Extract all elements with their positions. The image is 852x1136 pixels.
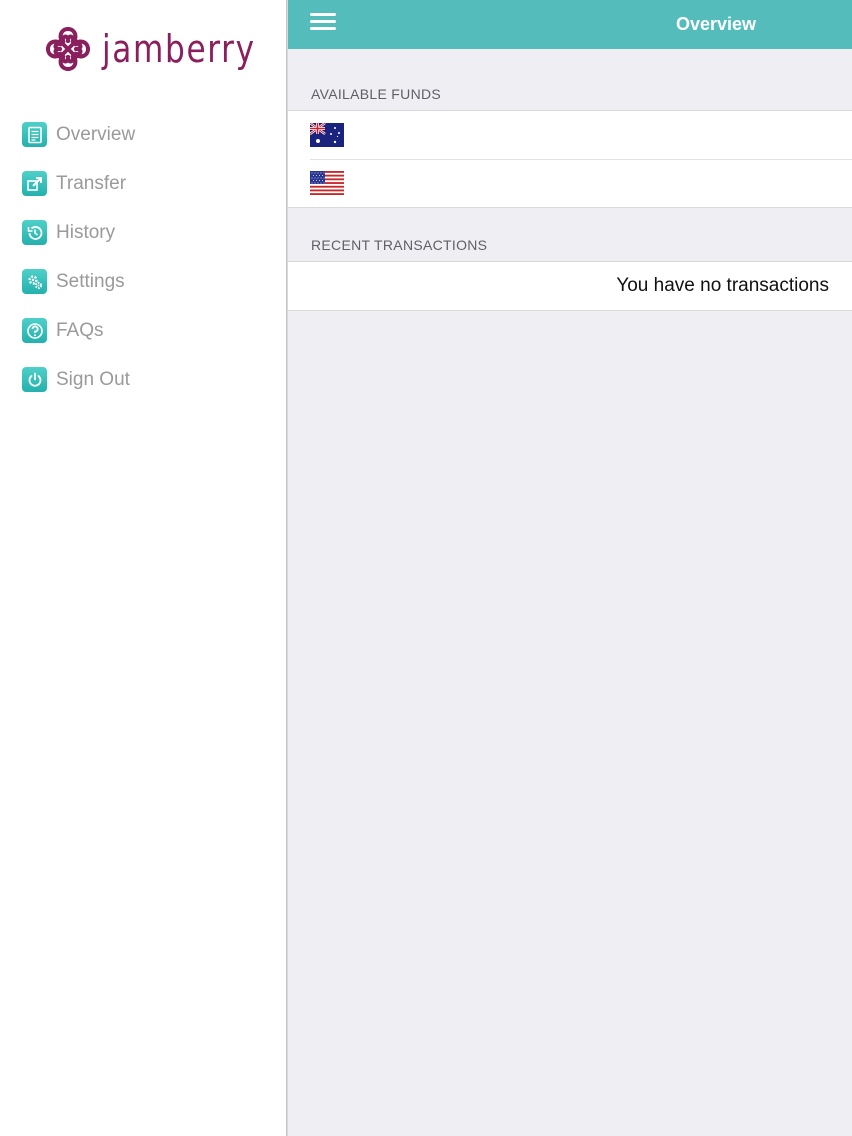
question-icon (22, 318, 47, 343)
power-icon (22, 367, 47, 392)
no-transactions-message: You have no transactions (616, 275, 829, 296)
sidebar-item-label: Sign Out (56, 368, 130, 390)
sidebar-item-label: Overview (56, 123, 136, 145)
sidebar-item-faqs[interactable]: FAQs (0, 306, 286, 355)
sidebar-item-label: History (56, 221, 116, 243)
sidebar-item-history[interactable]: History (0, 208, 286, 257)
fund-row-usa[interactable] (288, 159, 852, 207)
history-icon (22, 220, 47, 245)
sidebar-item-label: FAQs (56, 319, 104, 341)
sidebar-item-label: Transfer (56, 172, 127, 194)
usa-flag-icon (310, 171, 344, 195)
sidebar-item-transfer[interactable]: Transfer (0, 159, 286, 208)
australia-flag-icon (310, 123, 344, 147)
sidebar-nav: Overview Transfer History Settings FAQs … (0, 110, 286, 404)
sidebar-item-sign-out[interactable]: Sign Out (0, 355, 286, 404)
transfer-icon (22, 171, 47, 196)
recent-transactions-list: You have no transactions (288, 261, 852, 311)
jamberry-logo: jamberry (40, 20, 254, 78)
navigation-bar: Overview (288, 0, 852, 49)
recent-transactions-header: RECENT TRANSACTIONS (311, 237, 488, 253)
main-content: Overview AVAILABLE FUNDS RECENT TRANSACT… (288, 0, 852, 1136)
available-funds-list (288, 110, 852, 208)
available-funds-header: AVAILABLE FUNDS (311, 86, 442, 102)
sidebar-item-label: Settings (56, 270, 125, 292)
list-item: You have no transactions (288, 262, 852, 310)
brand-name: jamberry (102, 27, 256, 71)
fund-row-australia[interactable] (288, 111, 852, 159)
sidebar: jamberry Overview Transfer History Setti… (0, 0, 286, 1136)
sidebar-item-overview[interactable]: Overview (0, 110, 286, 159)
gears-icon (22, 269, 47, 294)
page-title: Overview (675, 14, 756, 34)
jamberry-logo-mark-icon (46, 27, 90, 71)
sidebar-item-settings[interactable]: Settings (0, 257, 286, 306)
document-icon (22, 122, 47, 147)
